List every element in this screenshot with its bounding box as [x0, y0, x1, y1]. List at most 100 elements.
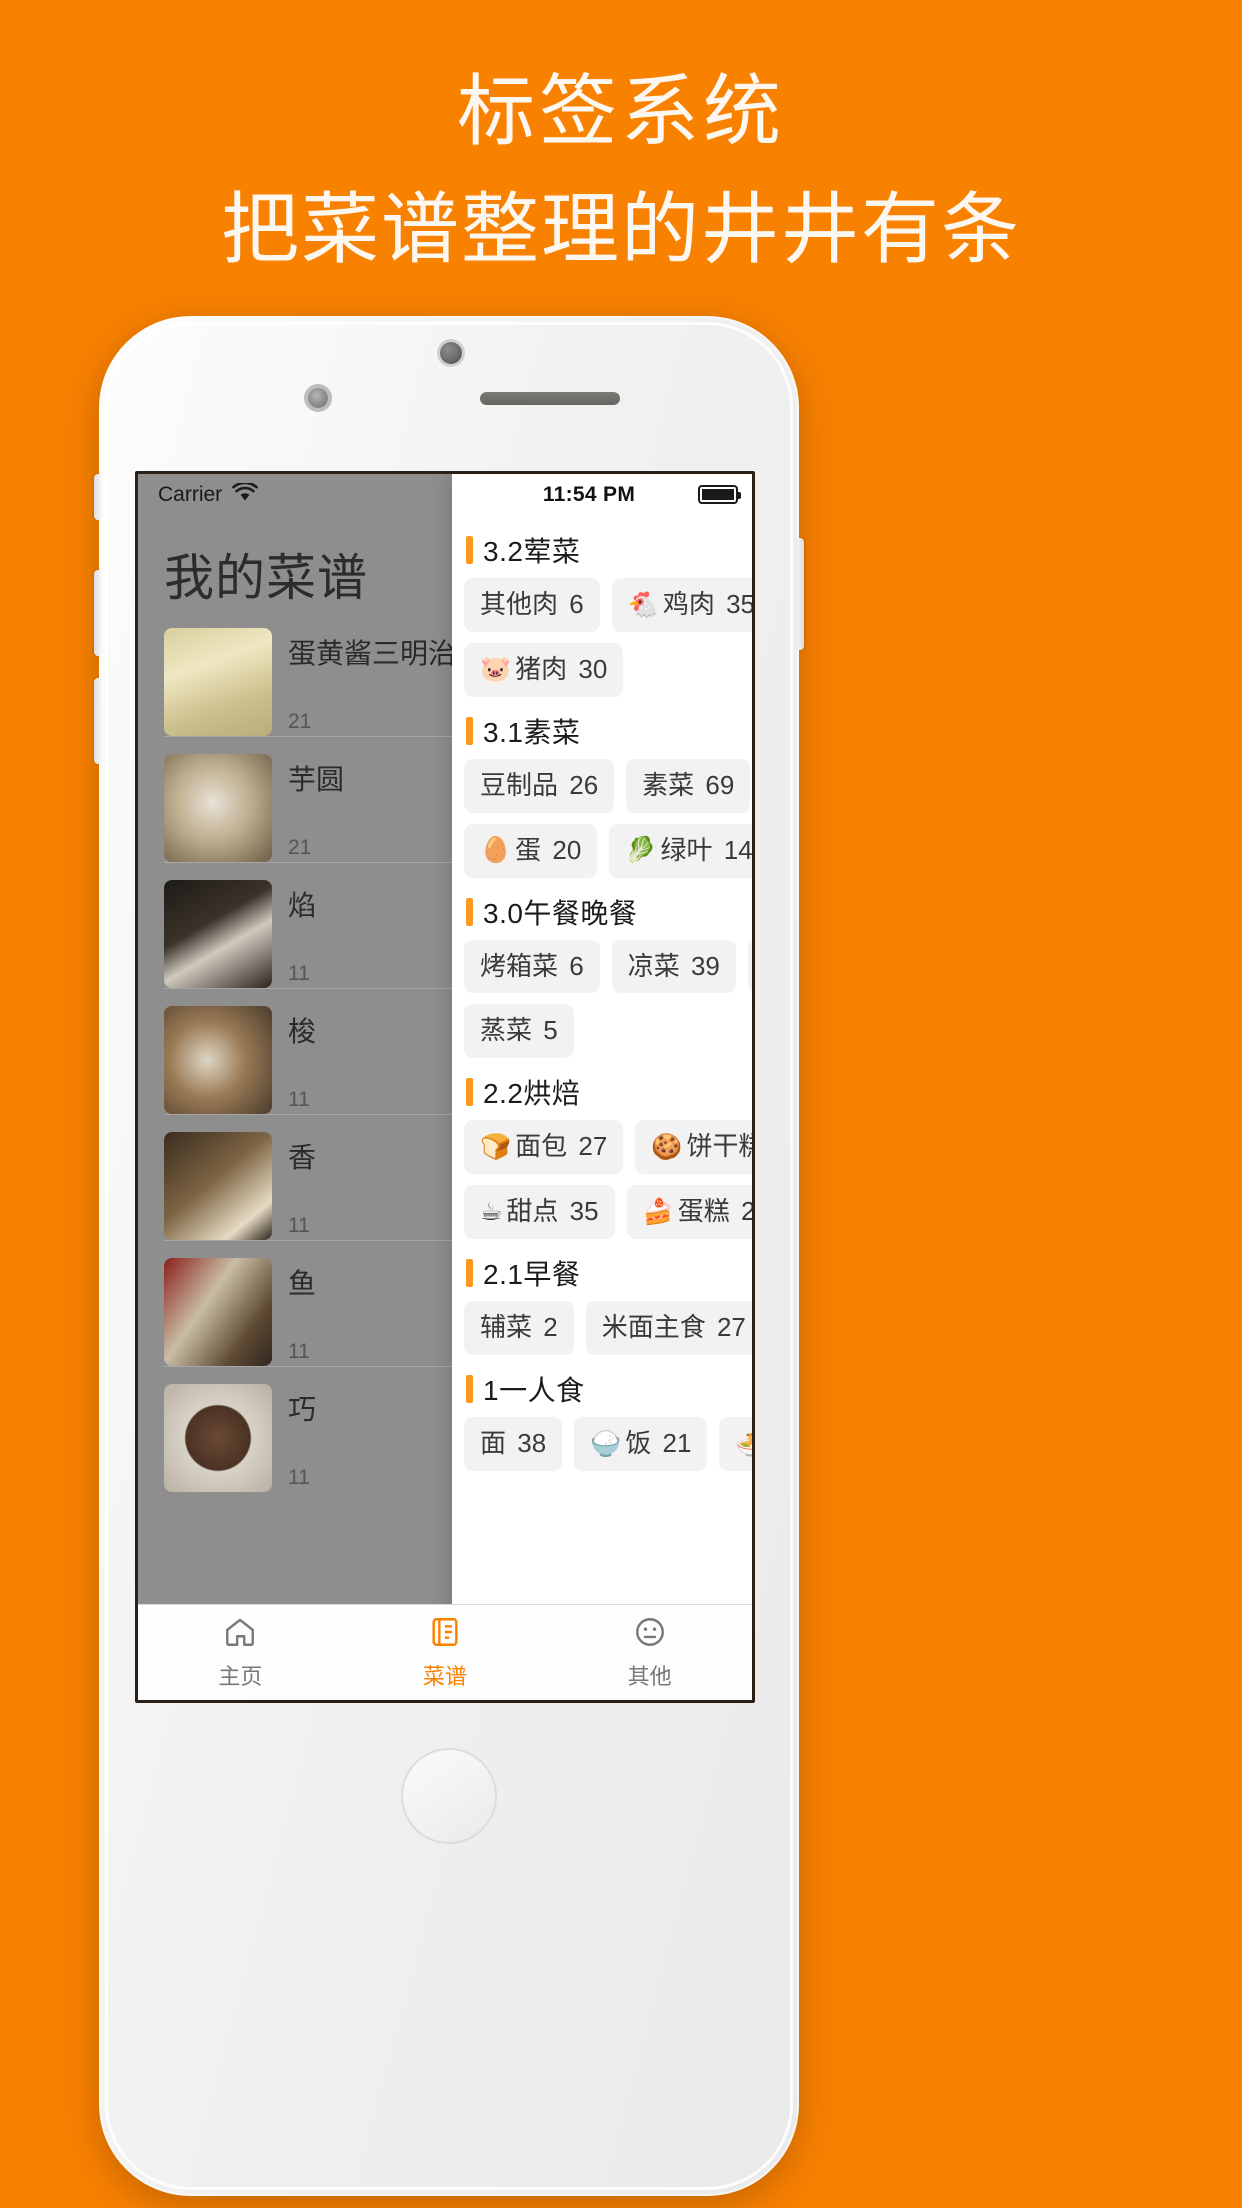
cookie-icon: 🍪 — [651, 1132, 683, 1161]
tag-chip[interactable]: 米面主食 27 — [585, 1301, 752, 1356]
tag-row: 其他肉 6🐔鸡肉 35🐮牛肉 10 — [464, 578, 752, 632]
tag-row: 🍞面包 27🍪饼干糕点 19 — [464, 1120, 752, 1175]
recipe-name: 芋圆 — [288, 764, 345, 795]
recipe-name: 蛋黄酱三明治 — [288, 638, 457, 669]
section-title: 1一人食 — [483, 1375, 585, 1407]
volume-down-button[interactable] — [94, 678, 101, 764]
tag-label: 辅菜 — [480, 1312, 533, 1343]
tab-other[interactable]: 其他 — [547, 1615, 752, 1691]
list-item[interactable]: 巧 11 — [138, 1366, 452, 1492]
section-accent-bar — [466, 716, 473, 745]
recipe-thumbnail — [164, 1006, 272, 1114]
promo-banner: 标签系统 把菜谱整理的井井有条 — [0, 0, 1242, 268]
tag-scroll-area[interactable]: 3.2荤菜其他肉 6🐔鸡肉 35🐮牛肉 10🐷猪肉 303.1素菜豆制品 26素… — [452, 530, 752, 1471]
recipe-date: 11 — [288, 1088, 310, 1111]
tag-panel: 11:54 PM 3.2荤菜其他肉 6🐔鸡肉 35🐮牛肉 10🐷猪肉 303.1… — [452, 474, 752, 1700]
tag-chip[interactable]: 🍰蛋糕 24 — [626, 1185, 752, 1240]
tag-chip[interactable]: 素菜 69 — [626, 758, 751, 813]
list-item[interactable]: 芋圆 21 — [138, 736, 452, 862]
recipe-name: 梭 — [288, 1016, 317, 1047]
tag-row: 辅菜 2米面主食 27汤水饮料 10 — [464, 1301, 752, 1356]
leafy-green-icon: 🥬 — [625, 836, 657, 865]
list-item[interactable]: 鱼 11 — [138, 1240, 452, 1366]
background-recipe-list[interactable]: Carrier 我的菜谱 蛋黄酱三明治 21 芋圆 21 焰 11 梭 11 香… — [138, 474, 456, 1700]
tag-count: 24 — [734, 1196, 752, 1227]
tag-chip[interactable]: 豆制品 26 — [464, 758, 615, 813]
tag-count: 6 — [562, 589, 584, 619]
tab-recipes[interactable]: 菜谱 — [343, 1615, 548, 1691]
recipe-name: 香 — [288, 1142, 317, 1173]
tag-count: 35 — [718, 589, 752, 619]
power-button[interactable] — [797, 538, 804, 650]
list-item[interactable]: 香 11 — [138, 1114, 452, 1240]
tag-section-header: 3.0午餐晚餐 — [466, 892, 738, 932]
tab-label: 菜谱 — [423, 1663, 468, 1689]
tag-chip[interactable]: ☕ 甜点 35 — [464, 1185, 615, 1240]
tag-row: 豆制品 26素菜 69🍄菌菇 15 — [464, 758, 751, 813]
tag-chip[interactable]: 蒸菜 5 — [464, 1004, 574, 1059]
section-title: 3.1素菜 — [483, 716, 581, 748]
chicken-icon: 🐔 — [627, 590, 659, 619]
recipe-date: 11 — [288, 962, 310, 985]
tag-label: 蛋 — [515, 834, 542, 865]
front-camera-icon — [308, 388, 328, 408]
tag-chip[interactable]: 🍜一人食 8 — [719, 1417, 752, 1471]
tag-label: 烤箱菜 — [480, 950, 559, 981]
battery-icon — [698, 485, 741, 504]
tag-count: 14 — [716, 834, 752, 865]
section-accent-bar — [466, 1259, 473, 1288]
tag-count: 6 — [562, 950, 584, 981]
recipe-date: 11 — [288, 1340, 310, 1363]
recipe-thumbnail — [164, 1384, 272, 1492]
tag-chip[interactable]: 汤水 29 — [747, 939, 752, 994]
tag-label: 其他肉 — [480, 589, 559, 619]
proximity-sensor-icon — [440, 342, 462, 364]
tag-count: 2 — [536, 1312, 558, 1343]
tag-label: 素菜 — [642, 769, 695, 800]
tag-chip[interactable]: 凉菜 39 — [611, 939, 736, 994]
tag-section-header: 3.2荤菜 — [466, 530, 738, 570]
tag-count: 26 — [562, 769, 599, 800]
egg-icon: 🥚 — [480, 836, 512, 865]
list-item[interactable]: 蛋黄酱三明治 21 — [138, 610, 456, 736]
section-accent-bar — [466, 536, 473, 564]
section-title: 2.2烘焙 — [483, 1078, 581, 1110]
tag-count: 69 — [698, 769, 735, 800]
tag-chip[interactable]: 面 38 — [464, 1417, 563, 1471]
tag-chip[interactable]: 烤箱菜 6 — [464, 939, 600, 994]
section-title: 2.1早餐 — [483, 1259, 581, 1291]
pig-icon: 🐷 — [480, 655, 512, 684]
tag-row: 🥚 蛋 20 🥬 绿叶 14 — [464, 823, 752, 878]
list-item[interactable]: 梭 11 — [138, 988, 452, 1114]
tag-chip[interactable]: 🐔 鸡肉 35 — [611, 578, 752, 632]
dessert-icon: ☕ — [480, 1197, 503, 1226]
recipe-date: 11 — [288, 1214, 310, 1237]
tag-chip[interactable]: 🐷 猪肉 30 — [464, 642, 624, 697]
carrier-label: Carrier — [158, 483, 223, 506]
tag-count: 21 — [655, 1428, 692, 1459]
tag-chip[interactable]: 🥬 绿叶 14 — [609, 823, 752, 878]
tag-section-header: 2.2烘焙 — [466, 1072, 738, 1112]
section-accent-bar — [466, 897, 473, 926]
recipe-book-icon — [343, 1615, 548, 1657]
tag-chip[interactable]: 🍚 饭 21 — [574, 1417, 708, 1471]
recipe-thumbnail — [164, 1258, 272, 1366]
tag-chip[interactable]: 辅菜 2 — [464, 1301, 574, 1356]
phone-screen: Carrier 我的菜谱 蛋黄酱三明治 21 芋圆 21 焰 11 梭 11 香… — [135, 471, 755, 1703]
tag-chip[interactable]: 🍞 面包 27 — [464, 1120, 624, 1175]
home-button[interactable] — [401, 1748, 497, 1844]
list-item[interactable]: 焰 11 — [138, 862, 452, 988]
tag-label: 蛋糕 — [677, 1196, 730, 1227]
tag-chip[interactable]: 🥚 蛋 20 — [464, 823, 598, 878]
tag-label: 猪肉 — [515, 653, 568, 684]
phone-mockup: Carrier 我的菜谱 蛋黄酱三明治 21 芋圆 21 焰 11 梭 11 香… — [94, 316, 804, 2196]
more-face-icon — [547, 1615, 752, 1657]
tab-home[interactable]: 主页 — [138, 1615, 343, 1691]
section-accent-bar — [466, 1375, 473, 1404]
mute-switch[interactable] — [94, 474, 101, 520]
volume-up-button[interactable] — [94, 570, 101, 656]
tag-label: 鸡肉 — [662, 589, 715, 619]
promo-title: 标签系统 — [456, 67, 785, 155]
tag-chip[interactable]: 🍪饼干糕点 19 — [635, 1120, 752, 1175]
tag-chip[interactable]: 其他肉 6 — [464, 578, 600, 632]
